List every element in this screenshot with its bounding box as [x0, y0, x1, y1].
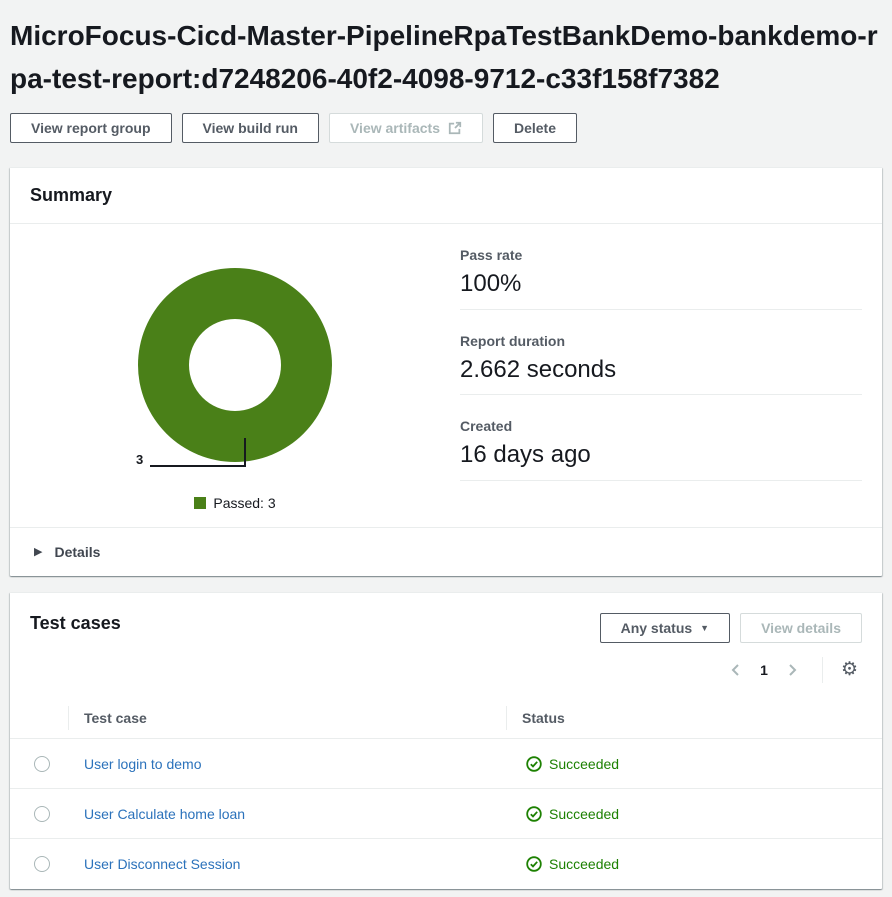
chevron-right-icon — [785, 662, 799, 678]
summary-title: Summary — [30, 184, 113, 205]
metric-report-duration: Report duration 2.662 seconds — [460, 333, 862, 396]
donut-callout-line — [244, 437, 246, 467]
view-artifacts-label: View artifacts — [349, 119, 440, 136]
metric-label: Pass rate — [460, 246, 523, 263]
current-page-number[interactable]: 1 — [750, 662, 778, 678]
external-link-icon — [448, 121, 462, 135]
metric-created: Created 16 days ago — [460, 418, 862, 482]
test-case-column-header: Test case — [68, 696, 506, 740]
status-column-header: Status — [506, 696, 882, 740]
status-text: Succeeded — [549, 856, 620, 873]
summary-card-header: Summary — [10, 168, 882, 224]
test-cases-header: Test cases Any status ▼ View details 1 ⚙ — [10, 593, 882, 697]
status-badge: Succeeded — [522, 806, 866, 822]
donut-callout-value: 3 — [136, 451, 144, 467]
summary-metrics: Pass rate 100% Report duration 2.662 sec… — [460, 224, 882, 527]
test-case-link[interactable]: User Disconnect Session — [84, 856, 240, 872]
test-cases-controls: Any status ▼ View details — [599, 612, 862, 643]
status-filter-value: Any status — [620, 619, 693, 636]
metric-value: 100% — [460, 269, 522, 297]
table-header-row: Test case Status — [10, 696, 882, 740]
test-cases-table: Test case Status User login to demo Succ… — [10, 696, 882, 889]
page-title: MicroFocus-Cicd-Master-PipelineRpaTestBa… — [10, 20, 878, 95]
summary-card: Summary 3 Passed: 3 Pass rate 100% Repor… — [10, 166, 882, 576]
delete-button[interactable]: Delete — [492, 112, 578, 143]
table-row: User login to demo Succeeded — [10, 738, 882, 790]
previous-page-button[interactable] — [722, 658, 750, 682]
details-expander[interactable]: ▶ Details — [10, 526, 882, 576]
status-badge: Succeeded — [522, 756, 866, 772]
test-case-link[interactable]: User Calculate home loan — [84, 806, 245, 822]
pagination: 1 ⚙ — [30, 656, 862, 683]
metric-label: Created — [460, 418, 513, 435]
legend-label-passed: Passed: 3 — [213, 494, 276, 511]
settings-gear-icon[interactable]: ⚙ — [837, 658, 862, 681]
view-artifacts-button[interactable]: View artifacts — [328, 112, 483, 143]
status-text: Succeeded — [549, 805, 620, 822]
metric-pass-rate: Pass rate 100% — [460, 247, 862, 310]
summary-content: 3 Passed: 3 Pass rate 100% Report durati… — [10, 224, 882, 527]
row-radio-button[interactable] — [34, 755, 50, 772]
status-text: Succeeded — [549, 755, 620, 772]
chevron-down-icon: ▼ — [700, 622, 710, 633]
row-radio-button[interactable] — [34, 856, 50, 873]
status-badge: Succeeded — [522, 856, 866, 872]
metric-value: 16 days ago — [460, 441, 591, 469]
donut-hole — [189, 318, 281, 411]
next-page-button[interactable] — [778, 658, 806, 682]
divider — [821, 656, 823, 683]
results-donut-chart: 3 Passed: 3 — [10, 224, 460, 527]
select-column-header — [10, 696, 68, 740]
status-filter-dropdown[interactable]: Any status ▼ — [599, 612, 731, 643]
view-build-run-button[interactable]: View build run — [181, 112, 319, 143]
test-cases-title: Test cases — [30, 612, 121, 633]
report-page: MicroFocus-Cicd-Master-PipelineRpaTestBa… — [0, 0, 892, 897]
table-row: User Disconnect Session Succeeded — [10, 839, 882, 889]
donut-callout-line — [150, 464, 246, 467]
table-row: User Calculate home loan Succeeded — [10, 788, 882, 840]
view-details-button[interactable]: View details — [740, 612, 862, 643]
donut-passed-slice — [138, 267, 332, 462]
details-label: Details — [54, 543, 101, 560]
toolbar: View report group View build run View ar… — [10, 112, 882, 143]
metric-value: 2.662 seconds — [460, 355, 617, 383]
test-cases-card: Test cases Any status ▼ View details 1 ⚙… — [10, 591, 882, 889]
view-report-group-button[interactable]: View report group — [10, 112, 172, 143]
test-case-link[interactable]: User login to demo — [84, 756, 202, 772]
chart-legend: Passed: 3 — [10, 495, 460, 511]
legend-swatch-passed — [194, 496, 207, 509]
expander-triangle-icon: ▶ — [34, 546, 43, 559]
success-check-icon — [526, 806, 542, 822]
row-radio-button[interactable] — [34, 805, 50, 822]
metric-label: Report duration — [460, 332, 565, 349]
chevron-left-icon — [729, 662, 743, 678]
success-check-icon — [526, 756, 542, 772]
success-check-icon — [526, 856, 542, 872]
